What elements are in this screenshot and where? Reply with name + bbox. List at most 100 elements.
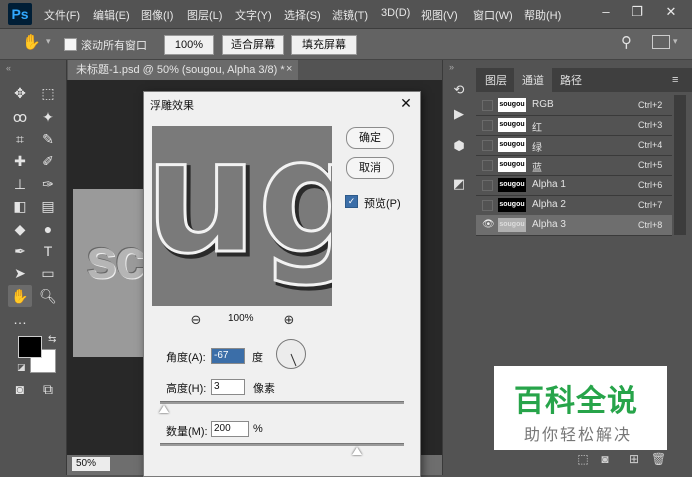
- workspace-icon[interactable]: [652, 35, 670, 49]
- channel-row[interactable]: sougou 红 Ctrl+3: [476, 115, 672, 136]
- foreground-color-swatch[interactable]: [18, 336, 42, 358]
- workspace-chevron-icon[interactable]: ▾: [673, 36, 678, 47]
- delete-channel-icon[interactable]: 🗑︎: [651, 452, 666, 466]
- menu-3d[interactable]: 3D(D): [381, 7, 410, 19]
- lasso-tool-icon[interactable]: ꝏ: [8, 106, 32, 128]
- scroll-all-windows-label: 滚动所有窗口: [81, 40, 147, 52]
- channel-row[interactable]: 👁︎ sougou Alpha 3 Ctrl+8: [476, 215, 672, 236]
- 3d-panel-icon[interactable]: ⬢: [449, 136, 469, 156]
- eye-hidden-icon[interactable]: [482, 180, 493, 191]
- close-tab-icon[interactable]: ×: [286, 63, 292, 75]
- zoom-100-button[interactable]: 100%: [164, 35, 214, 55]
- fit-screen-button[interactable]: 适合屏幕: [222, 35, 284, 55]
- eraser-tool-icon[interactable]: ◧: [8, 195, 32, 217]
- ok-button[interactable]: 确定: [346, 127, 394, 149]
- default-colors-icon[interactable]: ◪: [17, 362, 26, 373]
- scroll-all-windows-checkbox[interactable]: [64, 38, 77, 51]
- channel-shortcut: Ctrl+7: [638, 200, 663, 210]
- move-tool-icon[interactable]: ✥: [8, 82, 32, 104]
- properties-panel-icon[interactable]: ◩: [449, 174, 469, 194]
- eye-hidden-icon[interactable]: [482, 140, 493, 151]
- history-panel-icon[interactable]: ⟲: [449, 80, 469, 100]
- eyedropper-tool-icon[interactable]: ✎: [36, 128, 60, 150]
- menu-filter[interactable]: 滤镜(T): [332, 7, 368, 23]
- healing-tool-icon[interactable]: ✚: [8, 150, 32, 172]
- menu-layer[interactable]: 图层(L): [187, 7, 222, 23]
- marquee-tool-icon[interactable]: ⬚: [36, 82, 60, 104]
- screen-mode-icon[interactable]: ⧉: [36, 378, 60, 400]
- menu-image[interactable]: 图像(I): [141, 7, 173, 23]
- channel-row[interactable]: sougou 绿 Ctrl+4: [476, 135, 672, 156]
- amount-slider-track[interactable]: [160, 443, 404, 446]
- eye-hidden-icon[interactable]: [482, 120, 493, 131]
- channel-row[interactable]: sougou Alpha 1 Ctrl+6: [476, 175, 672, 196]
- history-brush-tool-icon[interactable]: ✑: [36, 173, 60, 195]
- menu-select[interactable]: 选择(S): [284, 7, 321, 23]
- type-tool-icon[interactable]: T: [36, 240, 60, 262]
- hand-tool-icon[interactable]: ✋: [22, 33, 41, 51]
- dialog-close-icon[interactable]: ✕: [399, 95, 413, 111]
- actions-play-icon[interactable]: ▶: [449, 104, 469, 124]
- zoom-tool-icon[interactable]: 🔍︎: [36, 285, 60, 307]
- gradient-tool-icon[interactable]: ▤: [36, 195, 60, 217]
- channel-row[interactable]: sougou RGB Ctrl+2: [476, 95, 672, 116]
- search-icon[interactable]: ⚲: [621, 33, 632, 51]
- more-tools-icon[interactable]: …: [8, 308, 32, 330]
- chevron-down-icon[interactable]: ▾: [46, 36, 51, 47]
- menu-view[interactable]: 视图(V): [421, 7, 458, 23]
- menu-file[interactable]: 文件(F): [44, 7, 80, 23]
- strip-collapse-icon[interactable]: »: [449, 62, 454, 72]
- document-tab[interactable]: 未标题-1.psd @ 50% (sougou, Alpha 3/8) *: [68, 60, 298, 80]
- height-slider-track[interactable]: [160, 401, 404, 404]
- swap-colors-icon[interactable]: ⇆: [48, 334, 56, 345]
- restore-icon[interactable]: ❐: [628, 4, 646, 20]
- blur-tool-icon[interactable]: ◆: [8, 218, 32, 240]
- path-select-tool-icon[interactable]: ➤: [8, 262, 32, 284]
- amount-slider-handle[interactable]: [352, 447, 362, 455]
- quick-mask-icon[interactable]: ◙: [8, 378, 32, 400]
- eye-hidden-icon[interactable]: [482, 160, 493, 171]
- toolbar-collapse-icon[interactable]: «: [6, 63, 11, 73]
- crop-tool-icon[interactable]: ⌗: [8, 128, 32, 150]
- new-channel-icon[interactable]: ⊞: [627, 452, 641, 466]
- menu-type[interactable]: 文字(Y): [235, 7, 272, 23]
- menu-window[interactable]: 窗口(W): [473, 7, 513, 23]
- height-slider-handle[interactable]: [159, 405, 169, 413]
- eye-hidden-icon[interactable]: [482, 200, 493, 211]
- eye-visible-icon[interactable]: 👁︎: [482, 220, 495, 230]
- brush-tool-icon[interactable]: ✐: [36, 150, 60, 172]
- eye-hidden-icon[interactable]: [482, 100, 493, 111]
- angle-dial[interactable]: [276, 339, 306, 369]
- channel-row[interactable]: sougou Alpha 2 Ctrl+7: [476, 195, 672, 216]
- pen-tool-icon[interactable]: ✒: [8, 240, 32, 262]
- tab-channels[interactable]: 通道: [522, 72, 544, 88]
- magic-wand-tool-icon[interactable]: ✦: [36, 106, 60, 128]
- cancel-button[interactable]: 取消: [346, 157, 394, 179]
- menu-edit[interactable]: 编辑(E): [93, 7, 130, 23]
- angle-input[interactable]: -67: [211, 348, 245, 364]
- preview-checkbox[interactable]: ✓: [345, 195, 358, 208]
- panel-scrollbar[interactable]: [674, 95, 686, 235]
- tab-layers[interactable]: 图层: [485, 72, 507, 88]
- close-window-icon[interactable]: ✕: [662, 4, 680, 20]
- menu-help[interactable]: 帮助(H): [524, 7, 561, 23]
- amount-input[interactable]: 200: [211, 421, 249, 437]
- save-selection-icon[interactable]: ◙: [598, 452, 612, 466]
- minimize-icon[interactable]: –: [597, 4, 615, 19]
- filter-preview[interactable]: ug ug: [152, 126, 332, 306]
- zoom-in-icon[interactable]: ⊕: [281, 312, 297, 328]
- channel-row[interactable]: sougou 蓝 Ctrl+5: [476, 155, 672, 176]
- zoom-status-field[interactable]: 50%: [72, 457, 110, 471]
- rectangle-tool-icon[interactable]: ▭: [36, 262, 60, 284]
- watermark-title: 百科全说: [514, 385, 638, 418]
- hand-tool-active-icon[interactable]: ✋: [8, 285, 32, 307]
- dialog-title: 浮雕效果: [150, 100, 194, 112]
- load-selection-icon[interactable]: ⬚: [576, 452, 590, 466]
- stamp-tool-icon[interactable]: ⊥: [8, 173, 32, 195]
- fill-screen-button[interactable]: 填充屏幕: [291, 35, 357, 55]
- height-input[interactable]: 3: [211, 379, 245, 395]
- panel-menu-icon[interactable]: ≡: [672, 74, 678, 86]
- zoom-out-icon[interactable]: ⊖: [188, 312, 204, 328]
- tab-paths[interactable]: 路径: [560, 72, 582, 88]
- dodge-tool-icon[interactable]: ●: [36, 218, 60, 240]
